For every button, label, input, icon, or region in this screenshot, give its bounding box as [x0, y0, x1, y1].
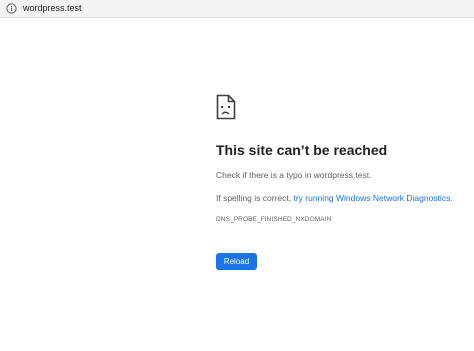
diagnostics-prefix: If spelling is correct,: [216, 193, 294, 203]
reload-button[interactable]: Reload: [216, 253, 257, 270]
address-bar[interactable]: wordpress.test: [0, 0, 474, 18]
diagnostics-message: If spelling is correct, try running Wind…: [216, 193, 466, 203]
sad-page-icon: [216, 94, 236, 120]
url-text[interactable]: wordpress.test: [23, 4, 82, 13]
error-content: This site can’t be reached Check if ther…: [216, 94, 466, 270]
diagnostics-link[interactable]: try running Windows Network Diagnostics: [293, 193, 450, 203]
info-icon[interactable]: [6, 3, 17, 14]
error-code: DNS_PROBE_FINISHED_NXDOMAIN: [216, 216, 332, 223]
diagnostics-suffix: .: [450, 193, 453, 203]
error-title: This site can’t be reached: [216, 142, 388, 158]
typo-message: Check if there is a typo in wordpress.te…: [216, 170, 372, 180]
